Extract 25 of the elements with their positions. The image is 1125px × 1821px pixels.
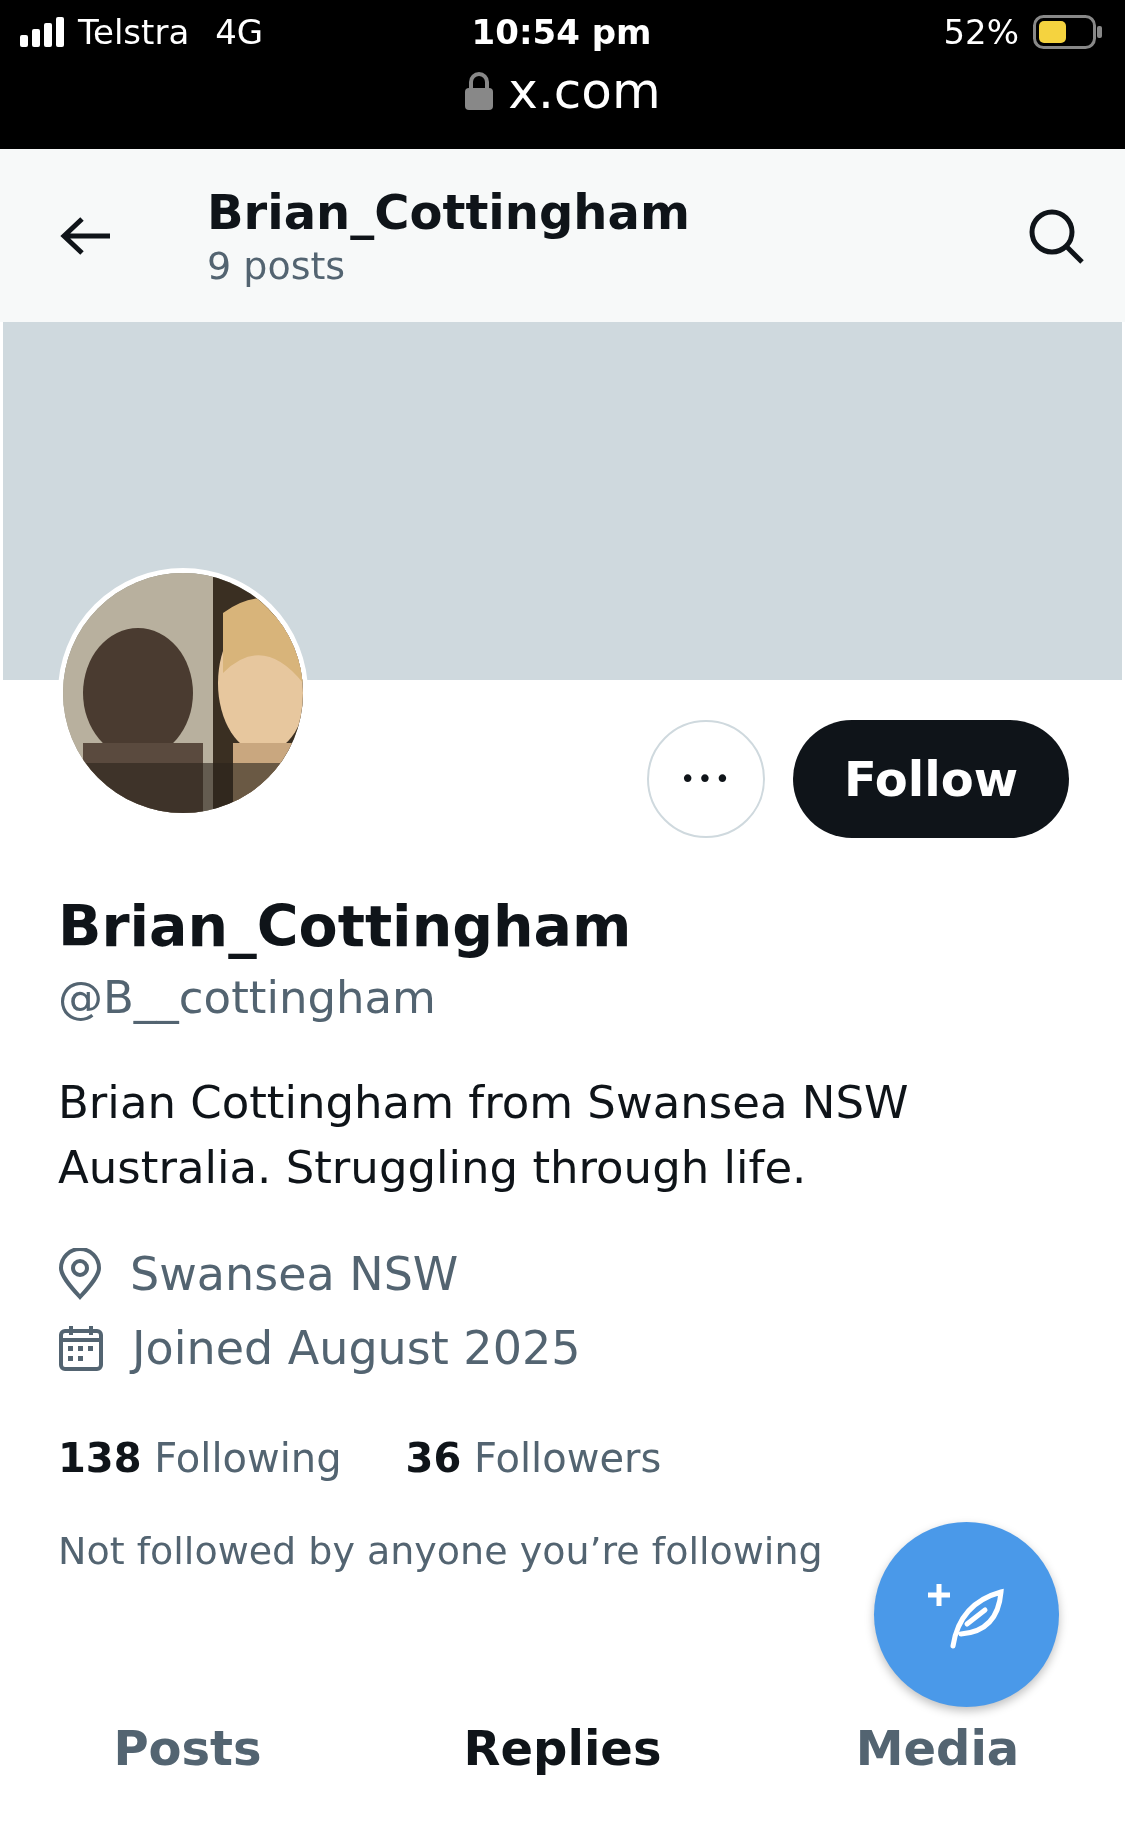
header-title: Brian_Cottingham xyxy=(207,183,691,240)
clock-time: 10:54 pm xyxy=(471,12,652,52)
profile-tab[interactable]: Replies xyxy=(375,1720,750,1776)
follow-stat-link[interactable]: 138 Following xyxy=(58,1435,342,1481)
follow-button[interactable]: Follow xyxy=(793,720,1069,838)
calendar-icon xyxy=(58,1324,104,1372)
mutual-followers-note: Not followed by anyone you’re following xyxy=(58,1529,824,1573)
battery-percent: 52% xyxy=(943,12,1019,52)
network-type: 4G xyxy=(215,12,264,52)
location-pin-icon xyxy=(58,1248,102,1300)
profile-tab[interactable]: Posts xyxy=(0,1720,375,1776)
back-arrow-icon[interactable] xyxy=(60,214,112,257)
bio-text: Brian Cottingham from Swansea NSW Australia. Struggling through life. xyxy=(58,1075,910,1196)
profile-tab[interactable]: Media xyxy=(750,1720,1125,1776)
follow-stat-link[interactable]: 36 Followers xyxy=(405,1435,662,1481)
location-text: Swansea NSW xyxy=(130,1247,459,1301)
battery-icon xyxy=(1033,15,1103,49)
more-options-button[interactable]: ••• xyxy=(647,720,765,838)
url-text[interactable]: x.com xyxy=(508,62,661,120)
lock-icon xyxy=(464,71,495,111)
user-handle: @B__cottingham xyxy=(58,971,437,1024)
post-count: 9 posts xyxy=(207,243,347,288)
display-name: Brian_Cottingham xyxy=(58,893,633,959)
carrier-name: Telstra xyxy=(78,12,190,52)
signal-icon xyxy=(20,17,64,47)
